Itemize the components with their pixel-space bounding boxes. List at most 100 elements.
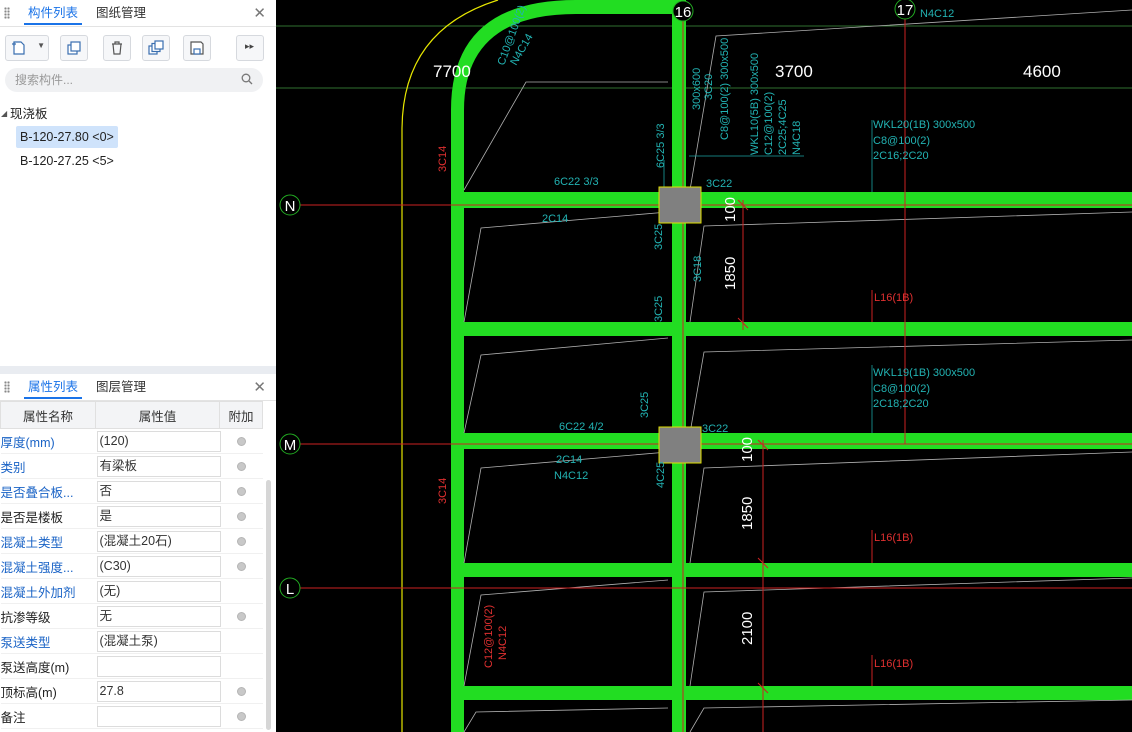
component-toolbar: ▼ ▸▸ [0,27,276,67]
property-row[interactable]: 是否是楼板是 [0,503,263,529]
dim-1850-a: 1850 [722,257,739,290]
search-input[interactable] [15,72,225,88]
tab-layer-management[interactable]: 图层管理 [92,374,150,399]
m-4c25: 4C25 [655,462,667,488]
attach-radio[interactable] [236,536,246,546]
m-3c22: 3C22 [702,423,728,435]
component-panel-tabs: 构件列表 图纸管理 ✕ [0,0,276,27]
property-row[interactable]: 混凝土强度... (C30) [0,553,263,579]
attach-radio[interactable] [236,511,246,521]
property-value-field[interactable]: (无) [96,580,221,602]
property-name: 抗渗等级 [0,603,96,629]
copy-component-button[interactable] [60,35,88,61]
red-3c14-b: 3C14 [437,478,449,504]
wkl20-size: WKL20(1B) 300x500 [873,119,975,131]
new-component-button[interactable]: ▼ [5,35,49,61]
property-row[interactable]: 类别 有梁板 [0,453,263,479]
column-m16 [658,426,702,464]
wkl19-stirrup: C8@100(2) [873,383,930,395]
n-6c22: 6C22 3/3 [554,176,599,188]
n-3c22: 3C22 [706,178,732,190]
tab-drawing-management[interactable]: 图纸管理 [92,0,150,25]
c-3c18: 3C18 [692,256,704,282]
property-value-field[interactable]: 有梁板 [96,455,221,477]
property-name: 混凝土强度... [0,553,96,579]
property-row[interactable]: 泵送类型 (混凝土泵) [0,628,263,654]
dim-100-a: 100 [722,197,739,222]
axis-label-16: 16 [675,4,692,21]
property-rows: 厚度(mm) (120) 类别 有梁板 是否叠合板... 否是否是楼板是混凝土类型 (混凝土… [0,428,263,729]
top-n4c12: N4C12 [920,8,954,20]
property-row[interactable]: 备注 [0,703,263,729]
tab-property-list[interactable]: 属性列表 [24,374,83,399]
property-name: 类别 [0,453,96,479]
dim-100-b: 100 [739,437,756,462]
chevron-down-icon[interactable]: ▼ [37,41,45,50]
property-value-field[interactable]: 无 [96,605,221,627]
wkl10-waist: N4C18 [791,121,803,155]
search-icon[interactable] [241,73,253,85]
wkl20-rebar: 2C16;2C20 [873,150,929,162]
m-6c22: 6C22 4/2 [559,421,604,433]
property-value-field[interactable]: 否 [96,480,221,502]
header-attach: 附加 [219,401,263,429]
more-options-button[interactable]: ▸▸ [236,35,264,61]
property-value-field[interactable]: 是 [96,505,221,527]
close-icon[interactable]: ✕ [253,4,266,22]
attach-radio[interactable] [236,686,246,696]
v-6c25: 6C25 3/3 [655,123,667,168]
copy-to-floor-button[interactable] [142,35,170,61]
property-row[interactable]: 混凝土类型 (混凝土20石) [0,528,263,554]
property-value-field[interactable]: 27.8 [96,680,221,702]
c-3c25b: 3C25 [653,296,665,322]
cad-drawing-canvas[interactable]: 16 17 N M L 7700 3700 4600 1850 1850 210… [276,0,1132,732]
l16-label-1: L16(1B) [874,292,913,304]
property-value-field[interactable]: (C30) [96,555,221,577]
col-top-size: 300x600 [691,68,703,110]
property-name: 混凝土外加剂 [0,578,96,604]
tree-item-b-120-27-80[interactable]: B-120-27.80 <0> [16,126,118,148]
property-row[interactable]: 抗渗等级无 [0,603,263,629]
axis-label-m: M [284,437,297,454]
m-n4c12: N4C12 [554,470,588,482]
attach-radio[interactable] [236,561,246,571]
save-icon [190,41,204,55]
property-name: 泵送类型 [0,628,96,654]
property-name: 泵送高度(m) [0,653,96,679]
drag-grip-icon[interactable] [4,381,10,393]
panel-splitter[interactable] [0,366,276,374]
property-value-field[interactable]: (120) [96,430,221,452]
component-tree: ◢ 现浇板 B-120-27.80 <0> B-120-27.25 <5> [0,104,276,172]
property-row[interactable]: 混凝土外加剂 (无) [0,578,263,604]
property-scrollbar[interactable] [266,480,271,730]
dim-1850-b: 1850 [739,497,756,530]
component-search [5,68,263,92]
tree-group-label: 现浇板 [10,107,48,121]
save-component-button[interactable] [183,35,211,61]
property-value-field[interactable] [96,705,221,727]
delete-component-button[interactable] [103,35,131,61]
header-property-name: 属性名称 [0,401,96,429]
property-value-field[interactable]: (混凝土泵) [96,630,221,652]
dim-4600: 4600 [1023,62,1061,81]
property-value-field[interactable] [96,655,221,677]
property-row[interactable]: 厚度(mm) (120) [0,428,263,454]
property-row[interactable]: 是否叠合板... 否 [0,478,263,504]
attach-radio[interactable] [236,711,246,721]
attach-radio[interactable] [236,461,246,471]
axis-label-17: 17 [897,2,914,19]
attach-radio[interactable] [236,486,246,496]
col-top-rebar: 3C20 [703,74,715,100]
property-row[interactable]: 泵送高度(m) [0,653,263,679]
property-value-field[interactable]: (混凝土20石) [96,530,221,552]
tree-item-b-120-27-25[interactable]: B-120-27.25 <5> [16,150,118,172]
wkl19-rebar: 2C18;2C20 [873,398,929,410]
close-icon[interactable]: ✕ [253,378,266,396]
tab-component-list[interactable]: 构件列表 [24,0,83,25]
attach-radio[interactable] [236,436,246,446]
caret-down-icon[interactable]: ◢ [1,104,7,124]
attach-radio[interactable] [236,611,246,621]
tree-group-cast-slab[interactable]: ◢ 现浇板 [0,104,276,124]
drag-grip-icon[interactable] [4,7,10,19]
property-row[interactable]: 顶标高(m) 27.8 [0,678,263,704]
